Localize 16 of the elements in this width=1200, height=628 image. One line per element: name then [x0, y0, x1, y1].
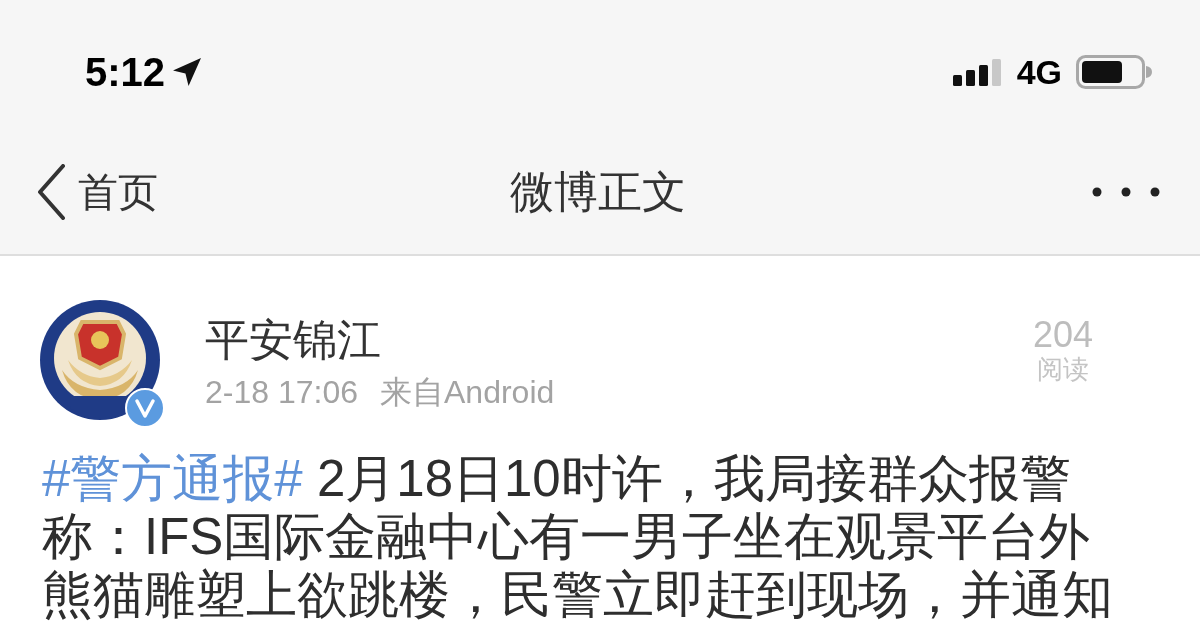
read-label: 阅读: [1036, 355, 1089, 383]
post-source: 来自Android: [380, 373, 555, 412]
author-name[interactable]: 平安锦江: [205, 314, 381, 366]
network-type: 4G: [1016, 55, 1062, 89]
page-title: 微博正文: [510, 170, 686, 214]
back-button[interactable]: 首页: [36, 164, 158, 220]
chevron-left-icon: [36, 164, 66, 220]
post-body-text: #警方通报# 2月18日10时许，我局接群众报警 称：IFS国际金融中心有一男子坐在观景平台外 熊猫雕塑上欲跳楼，民警立即赶到现场，并通知: [41, 450, 1114, 624]
location-arrow-icon: [173, 58, 202, 86]
battery-icon: [1076, 55, 1152, 89]
signal-icon: [952, 58, 1003, 86]
read-count: 204: [1032, 315, 1093, 355]
more-icon: [1092, 187, 1160, 197]
status-time: 5:12: [85, 52, 166, 92]
more-button[interactable]: [1092, 187, 1160, 197]
post-time: 2-18 17:06: [205, 373, 358, 412]
